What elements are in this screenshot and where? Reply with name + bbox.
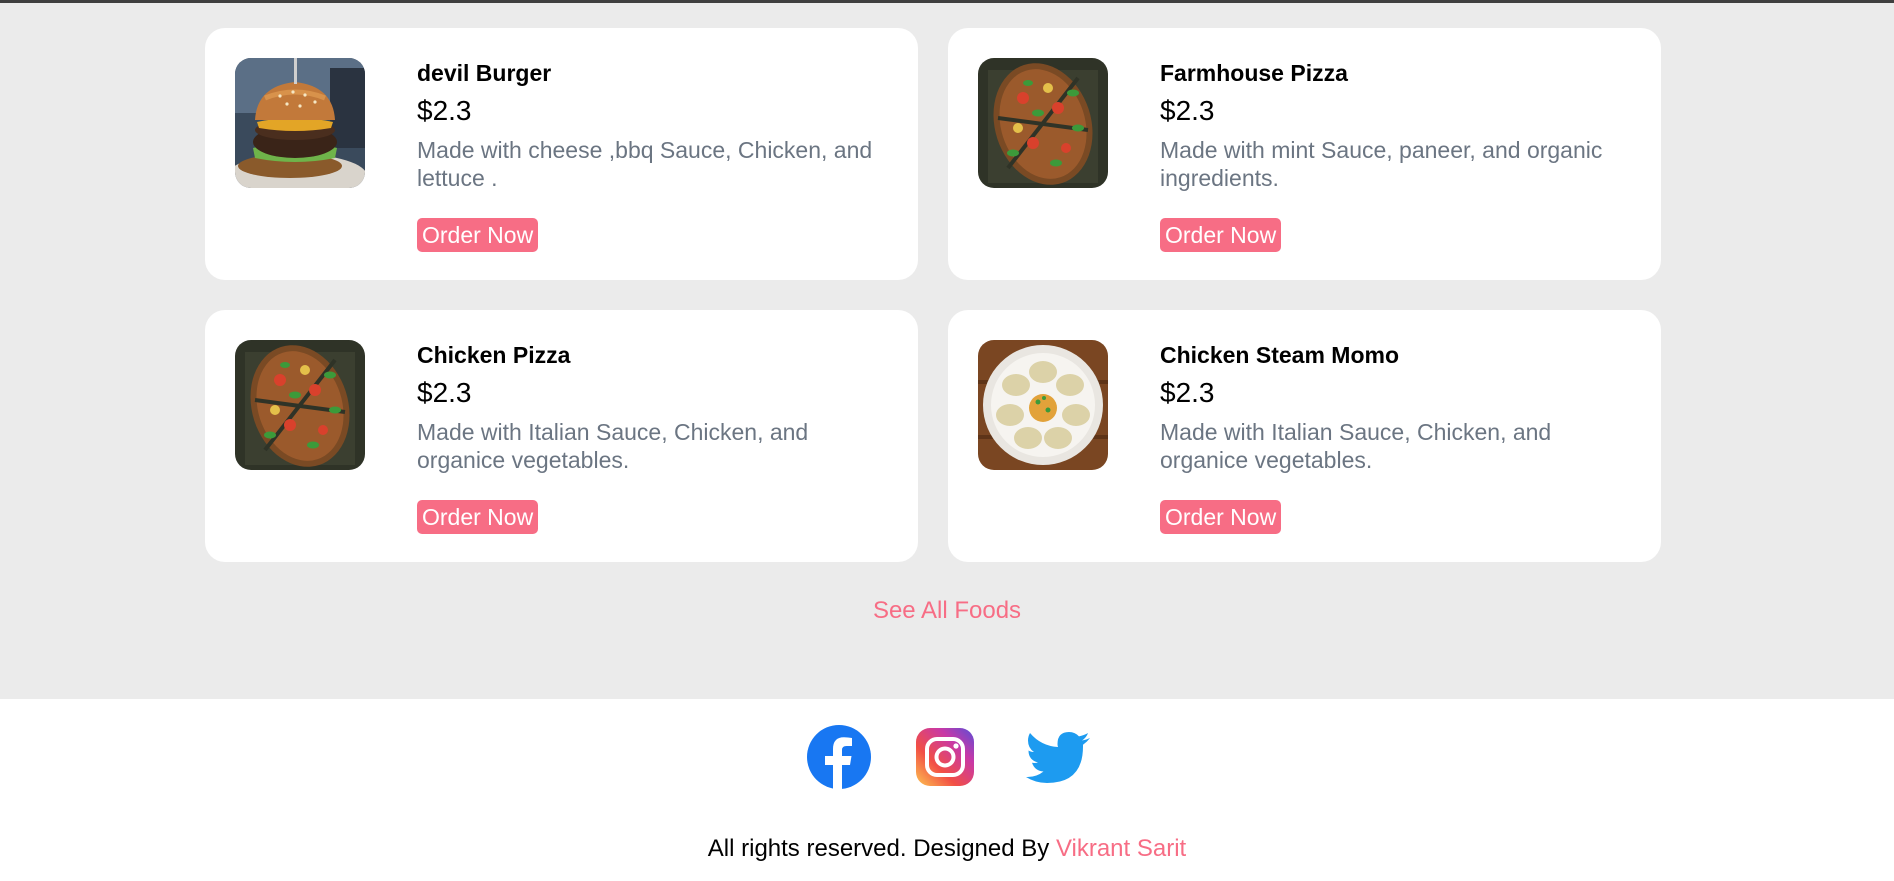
- momo-image: [978, 340, 1108, 470]
- social-links: [0, 724, 1894, 790]
- food-price: $2.3: [417, 95, 472, 126]
- food-name: Farmhouse Pizza: [1160, 60, 1348, 86]
- food-description: Made with Italian Sauce, Chicken, and or…: [417, 419, 809, 473]
- food-description: Made with Italian Sauce, Chicken, and or…: [1160, 419, 1552, 473]
- food-description: Made with mint Sauce, paneer, and organi…: [1160, 137, 1603, 191]
- food-info: Chicken Pizza $2.3 Made with Italian Sau…: [417, 340, 877, 534]
- food-card-chicken-pizza: Chicken Pizza $2.3 Made with Italian Sau…: [205, 310, 918, 562]
- food-menu-section: devil Burger $2.3 Made with cheese ,bbq …: [0, 3, 1894, 699]
- designer-link[interactable]: Vikrant Sarit: [1056, 835, 1186, 862]
- food-price: $2.3: [1160, 377, 1215, 408]
- rights-text: All rights reserved. Designed By: [707, 835, 1056, 862]
- instagram-icon[interactable]: [916, 728, 974, 786]
- see-all-foods-link[interactable]: See All Foods: [0, 596, 1894, 626]
- order-now-button[interactable]: Order Now: [417, 500, 539, 534]
- food-name: Chicken Steam Momo: [1160, 342, 1399, 368]
- facebook-icon[interactable]: [806, 724, 872, 790]
- pizza-image: [978, 58, 1108, 188]
- copyright-text: All rights reserved. Designed By Vikrant…: [0, 834, 1894, 864]
- order-now-button[interactable]: Order Now: [1160, 218, 1282, 252]
- twitter-icon[interactable]: [1026, 724, 1092, 790]
- food-card-devil-burger: devil Burger $2.3 Made with cheese ,bbq …: [205, 28, 918, 280]
- order-now-button[interactable]: Order Now: [1160, 500, 1282, 534]
- burger-image: [235, 58, 365, 188]
- pizza-image: [235, 340, 365, 470]
- food-info: devil Burger $2.3 Made with cheese ,bbq …: [417, 58, 877, 252]
- food-card-grid: devil Burger $2.3 Made with cheese ,bbq …: [205, 28, 1661, 562]
- food-info: Chicken Steam Momo $2.3 Made with Italia…: [1160, 340, 1620, 534]
- food-price: $2.3: [417, 377, 472, 408]
- food-name: Chicken Pizza: [417, 342, 571, 368]
- food-price: $2.3: [1160, 95, 1215, 126]
- footer: All rights reserved. Designed By Vikrant…: [0, 699, 1894, 881]
- food-name: devil Burger: [417, 60, 552, 86]
- order-now-button[interactable]: Order Now: [417, 218, 539, 252]
- food-info: Farmhouse Pizza $2.3 Made with mint Sauc…: [1160, 58, 1620, 252]
- food-description: Made with cheese ,bbq Sauce, Chicken, an…: [417, 137, 873, 191]
- food-card-farmhouse-pizza: Farmhouse Pizza $2.3 Made with mint Sauc…: [948, 28, 1661, 280]
- food-card-chicken-steam-momo: Chicken Steam Momo $2.3 Made with Italia…: [948, 310, 1661, 562]
